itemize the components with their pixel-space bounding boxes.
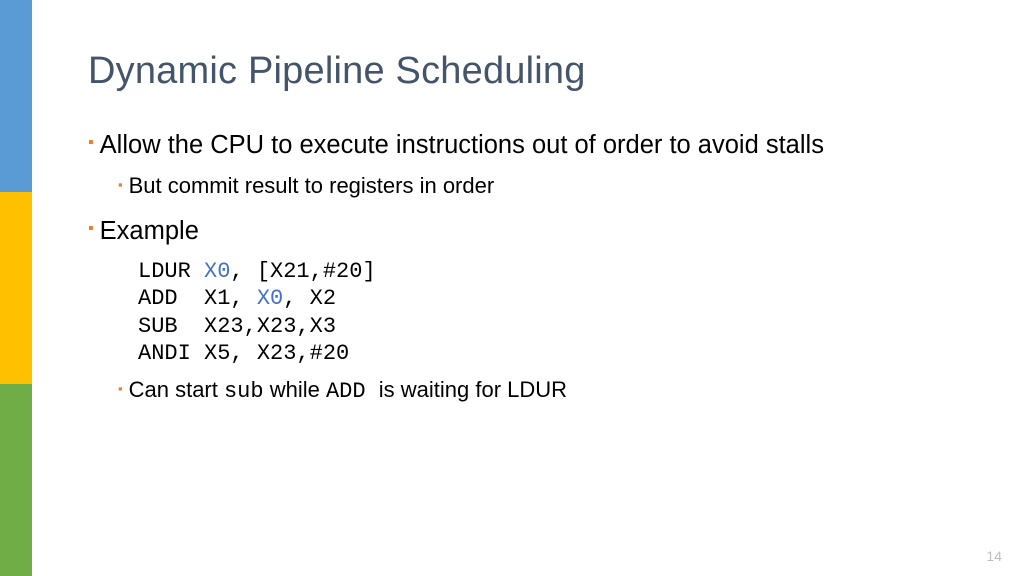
bullet-text: Example (100, 215, 199, 248)
bullet-marker-icon: ▪ (118, 382, 123, 395)
code-line-4: ANDI X5, X23,#20 (138, 341, 349, 366)
stripe-blue (0, 0, 32, 192)
code-line-2: ADD X1, X0, X2 (138, 286, 336, 311)
highlighted-register: X0 (204, 259, 230, 284)
page-number: 14 (986, 548, 1002, 564)
bullet-item: ▪ Allow the CPU to execute instructions … (88, 129, 968, 162)
code-line-3: SUB X23,X23,X3 (138, 314, 336, 339)
bullet-item: ▪ Can start sub while ADD is waiting for… (118, 376, 968, 407)
slide-content: Dynamic Pipeline Scheduling ▪ Allow the … (32, 0, 1024, 576)
stripe-yellow (0, 192, 32, 384)
bullet-item: ▪ Example (88, 215, 968, 248)
bullet-marker-icon: ▪ (118, 178, 123, 191)
stripe-green (0, 384, 32, 576)
color-sidebar (0, 0, 32, 576)
bullet-marker-icon: ▪ (88, 135, 94, 151)
code-line-1: LDUR X0, [X21,#20] (138, 259, 376, 284)
bullet-marker-icon: ▪ (88, 221, 94, 237)
bullet-text: Allow the CPU to execute instructions ou… (100, 129, 824, 162)
slide-title: Dynamic Pipeline Scheduling (88, 50, 968, 93)
bullet-text: Can start sub while ADD is waiting for L… (129, 376, 567, 407)
code-example: LDUR X0, [X21,#20] ADD X1, X0, X2 SUB X2… (138, 258, 968, 368)
bullet-item: ▪ But commit result to registers in orde… (118, 172, 968, 201)
highlighted-register: X0 (257, 286, 283, 311)
bullet-text: But commit result to registers in order (129, 172, 495, 201)
